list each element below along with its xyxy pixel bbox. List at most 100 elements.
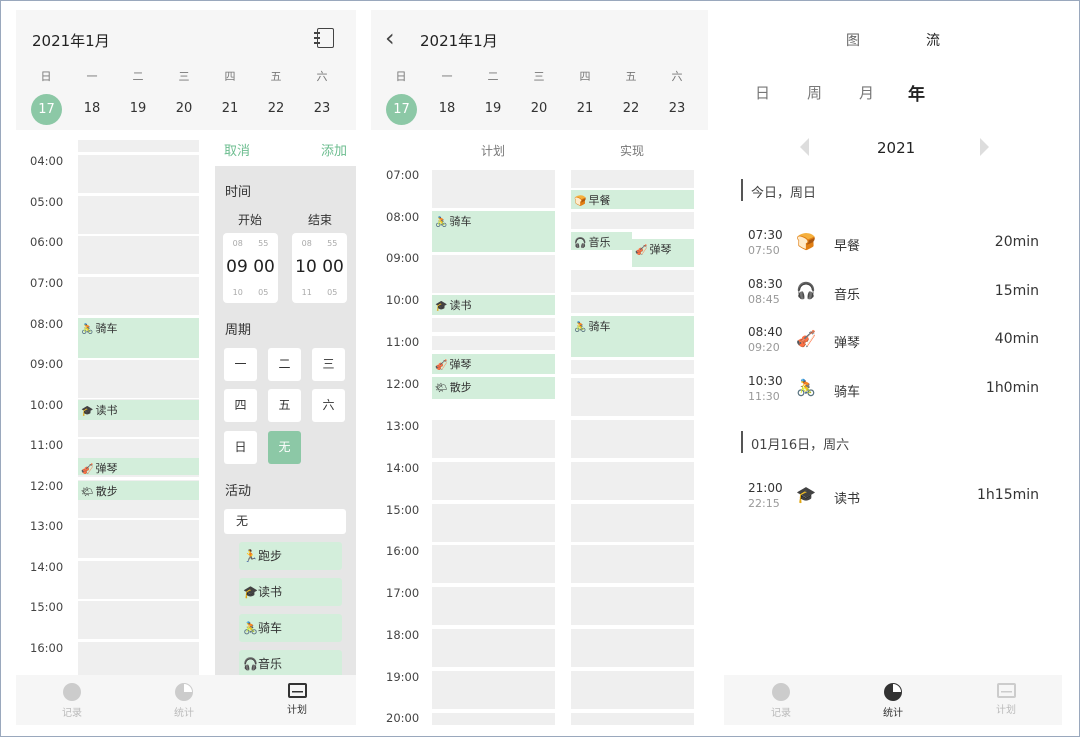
date-cell[interactable]: 22 [616,101,646,116]
event-block[interactable]: 🍞 早餐 [571,190,694,209]
period-week[interactable]: 周 [807,82,822,103]
event-block[interactable]: 🎻 弹琴 [432,354,555,374]
slot[interactable] [571,504,694,542]
slot[interactable] [432,336,555,350]
slot[interactable] [571,629,694,667]
slot[interactable] [571,212,694,229]
nav-record[interactable]: 记录 [42,683,102,719]
tab-flow[interactable]: 流 [926,30,940,50]
prev-arrow-icon[interactable] [800,138,809,156]
date-cell[interactable]: 22 [261,101,291,116]
event-block[interactable]: 🎓 读书 [78,400,199,420]
event-block[interactable]: 🌤 散步 [78,481,199,500]
slot[interactable] [432,255,555,293]
list-item[interactable]: 10:30 11:30 🚴 骑车 1h0min [724,374,1064,414]
slot[interactable] [571,170,694,188]
event-block[interactable]: 🎻 弹琴 [78,458,199,475]
slot[interactable] [571,671,694,709]
slot[interactable] [432,545,555,583]
plan-column[interactable]: 🚴 骑车 🎓 读书 🎻 弹琴 🌤 散步 [432,170,555,725]
event-block[interactable]: 🎓 读书 [432,295,555,315]
period-button-thu[interactable]: 四 [224,389,257,422]
activity-option[interactable]: 🎧音乐 [239,650,342,678]
nav-plan[interactable]: 计划 [267,683,327,716]
end-time-picker[interactable]: 08 55 10 00 11 05 [292,233,347,303]
slot[interactable] [78,140,199,152]
slot[interactable] [432,671,555,709]
period-button-wed[interactable]: 三 [312,348,345,381]
period-month[interactable]: 月 [859,82,874,103]
cancel-button[interactable]: 取消 [224,140,250,159]
slot[interactable] [571,713,694,725]
period-button-fri[interactable]: 五 [268,389,301,422]
activity-option[interactable]: 🏃跑步 [239,542,342,570]
period-year[interactable]: 年 [908,80,925,105]
list-item[interactable]: 08:30 08:45 🎧 音乐 15min [724,277,1064,317]
date-cell[interactable]: 23 [662,101,692,116]
event-block[interactable]: 🚴 骑车 [78,318,199,358]
slot[interactable] [571,462,694,500]
nav-stats[interactable]: 统计 [154,683,214,719]
list-item[interactable]: 08:40 09:20 🎻 弹琴 40min [724,325,1064,365]
period-button-sat[interactable]: 六 [312,389,345,422]
slot[interactable] [78,155,199,193]
back-arrow-icon[interactable]: ‹ [385,24,395,52]
slot[interactable] [432,713,555,725]
date-cell[interactable]: 23 [307,101,337,116]
period-day[interactable]: 日 [755,82,770,103]
nav-plan[interactable]: 计划 [976,683,1036,716]
slot[interactable] [571,270,694,292]
slot[interactable] [571,587,694,625]
notebook-icon[interactable] [314,28,334,48]
add-button[interactable]: 添加 [321,140,347,159]
period-button-tue[interactable]: 二 [268,348,301,381]
date-cell[interactable]: 18 [77,101,107,116]
date-cell[interactable]: 19 [123,101,153,116]
slot[interactable] [78,196,199,234]
slot[interactable] [78,561,199,599]
activity-select[interactable]: 无 [224,509,346,534]
slot[interactable] [78,520,199,558]
slot[interactable] [432,587,555,625]
nav-stats[interactable]: 统计 [863,683,923,719]
event-block[interactable]: 🚴 骑车 [571,316,694,357]
activity-option[interactable]: 🎓读书 [239,578,342,606]
slot[interactable] [78,277,199,315]
slot[interactable] [571,295,694,313]
list-item[interactable]: 21:00 22:15 🎓 读书 1h15min [724,481,1064,521]
slot[interactable] [571,545,694,583]
slot[interactable] [432,462,555,500]
date-cell[interactable]: 18 [432,101,462,116]
period-button-mon[interactable]: 一 [224,348,257,381]
period-button-none[interactable]: 无 [268,431,301,464]
event-block[interactable]: 🎻 弹琴 [632,239,694,267]
period-button-sun[interactable]: 日 [224,431,257,464]
date-cell[interactable]: 21 [215,101,245,116]
slot[interactable] [571,378,694,416]
slot[interactable] [78,236,199,274]
event-block[interactable]: 🚴 骑车 [432,211,555,252]
slot[interactable] [432,318,555,332]
date-cell[interactable]: 19 [478,101,508,116]
slot[interactable] [571,420,694,458]
start-time-picker[interactable]: 08 55 09 00 10 05 [223,233,278,303]
activity-option[interactable]: 🚴骑车 [239,614,342,642]
slot[interactable] [78,601,199,639]
slot[interactable] [432,629,555,667]
slot[interactable] [432,170,555,208]
nav-record[interactable]: 记录 [751,683,811,719]
date-selected[interactable]: 17 [386,94,417,125]
actual-column[interactable]: 🍞 早餐 🎧 音乐 🎻 弹琴 🚴 骑车 [571,170,694,725]
date-cell[interactable]: 21 [570,101,600,116]
next-arrow-icon[interactable] [980,138,989,156]
tab-chart[interactable]: 图 [846,30,860,50]
date-selected[interactable]: 17 [31,94,62,125]
event-block[interactable]: 🎧 音乐 [571,232,632,250]
date-cell[interactable]: 20 [169,101,199,116]
slot[interactable] [571,360,694,374]
slot[interactable] [78,360,199,398]
plan-column[interactable]: 🚴 骑车 🎓 读书 🎻 弹琴 🌤 散步 [78,140,199,680]
slot[interactable] [432,420,555,458]
slot[interactable] [432,504,555,542]
date-cell[interactable]: 20 [524,101,554,116]
